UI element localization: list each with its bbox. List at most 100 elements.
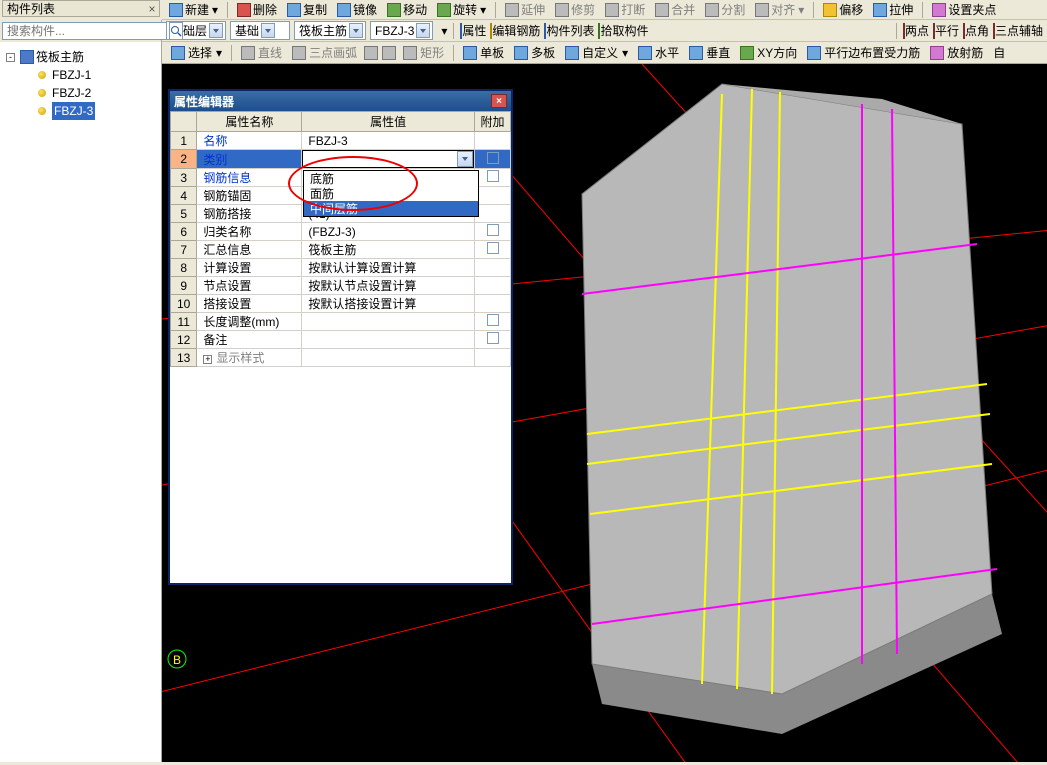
radial-icon <box>930 46 944 60</box>
property-row[interactable]: 13显示样式 <box>171 349 511 367</box>
multi-panel-button[interactable]: 多板 <box>511 44 558 62</box>
tree-item[interactable]: FBZJ-2 <box>6 84 157 102</box>
checkbox[interactable] <box>487 242 499 254</box>
search-button[interactable] <box>169 22 183 40</box>
pick-component-button[interactable]: 拾取构件 <box>598 22 648 39</box>
property-value[interactable]: 中间层筋 <box>302 150 475 169</box>
checkbox[interactable] <box>487 170 499 182</box>
split-icon <box>705 3 719 17</box>
checkbox[interactable] <box>487 224 499 236</box>
three-point-auxaxis-button[interactable]: 三点辅轴 <box>993 22 1043 39</box>
offset-button[interactable]: 偏移 <box>820 1 866 19</box>
dialog-title: 属性编辑器 <box>174 93 234 110</box>
dialog-title-bar[interactable]: 属性编辑器 × <box>170 91 511 111</box>
property-grid[interactable]: 属性名称 属性值 附加 1名称FBZJ-32类别中间层筋3钢筋信息底筋4钢筋锚固… <box>170 111 511 367</box>
property-extra[interactable] <box>475 295 511 313</box>
property-value[interactable] <box>302 349 475 367</box>
rotate-button[interactable]: 旋转▾ <box>434 1 489 19</box>
property-row[interactable]: 6归类名称(FBZJ-3) <box>171 223 511 241</box>
chevron-down-icon <box>349 23 363 38</box>
item-combo[interactable]: FBZJ-3 <box>370 21 433 40</box>
copy-icon <box>287 3 301 17</box>
type-combo[interactable]: 筏板主筋 <box>294 21 366 40</box>
property-value[interactable]: 筏板主筋 <box>302 241 475 259</box>
select-button[interactable]: 选择▾ <box>168 44 225 62</box>
property-row[interactable]: 1名称FBZJ-3 <box>171 132 511 150</box>
close-button[interactable]: × <box>491 94 507 108</box>
mirror-button[interactable]: 镜像 <box>334 1 380 19</box>
auto-button[interactable]: 自 <box>990 44 1008 62</box>
panel-title-bar: 构件列表 × <box>2 0 160 17</box>
expand-icon[interactable] <box>203 355 212 364</box>
property-row[interactable]: 2类别中间层筋 <box>171 150 511 169</box>
component-tree[interactable]: 筏板主筋 FBZJ-1FBZJ-2FBZJ-3 <box>0 42 161 124</box>
xy-dir-button[interactable]: XY方向 <box>737 44 800 62</box>
property-value[interactable]: 按默认计算设置计算 <box>302 259 475 277</box>
property-extra[interactable] <box>475 187 511 205</box>
property-value[interactable]: (FBZJ-3) <box>302 223 475 241</box>
radial-button[interactable]: 放射筋 <box>927 44 986 62</box>
property-row[interactable]: 9节点设置按默认节点设置计算 <box>171 277 511 295</box>
col-name: 属性名称 <box>197 112 302 132</box>
new-button[interactable]: 新建▾ <box>166 1 221 19</box>
property-extra[interactable] <box>475 132 511 150</box>
property-extra[interactable] <box>475 259 511 277</box>
dropdown-option[interactable]: 底筋 <box>304 171 478 186</box>
set-pivot-button[interactable]: 设置夹点 <box>929 1 999 19</box>
row-number: 4 <box>171 187 197 205</box>
tree-item[interactable]: FBZJ-3 <box>6 102 157 120</box>
property-extra[interactable] <box>475 205 511 223</box>
property-value[interactable]: 按默认搭接设置计算 <box>302 295 475 313</box>
horizontal-button[interactable]: 水平 <box>635 44 682 62</box>
property-extra[interactable] <box>475 349 511 367</box>
property-row[interactable]: 7汇总信息筏板主筋 <box>171 241 511 259</box>
parallel-button[interactable]: 平行 <box>933 22 959 39</box>
tree-root[interactable]: 筏板主筋 <box>6 48 157 66</box>
property-extra[interactable] <box>475 223 511 241</box>
move-button[interactable]: 移动 <box>384 1 430 19</box>
parallel-layout-button[interactable]: 平行边布置受力筋 <box>804 44 923 62</box>
delete-button[interactable]: 删除 <box>234 1 280 19</box>
checkbox[interactable] <box>487 332 499 344</box>
horizontal-icon <box>638 46 652 60</box>
edit-rebar-button[interactable]: 编辑钢筋 <box>490 22 540 39</box>
single-panel-button[interactable]: 单板 <box>460 44 507 62</box>
copy-button[interactable]: 复制 <box>284 1 330 19</box>
trim-button: 修剪 <box>552 1 598 19</box>
component-list-button[interactable]: 构件列表 <box>544 22 594 39</box>
property-value[interactable]: 按默认节点设置计算 <box>302 277 475 295</box>
property-value[interactable]: FBZJ-3 <box>302 132 475 150</box>
point-angle-button[interactable]: 点角 <box>963 22 989 39</box>
close-icon[interactable]: × <box>145 2 159 16</box>
category-combo[interactable]: 基础 <box>230 21 290 40</box>
custom-button[interactable]: 自定义▾ <box>562 44 631 62</box>
stretch-button[interactable]: 拉伸 <box>870 1 916 19</box>
leaf-icon <box>38 102 50 120</box>
property-value[interactable] <box>302 313 475 331</box>
property-row[interactable]: 11长度调整(mm) <box>171 313 511 331</box>
col-extra: 附加 <box>475 112 511 132</box>
category-dropdown[interactable]: 底筋面筋中间层筋 <box>303 170 479 217</box>
properties-button[interactable]: 属性 <box>460 22 486 39</box>
merge-button: 合并 <box>652 1 698 19</box>
property-extra[interactable] <box>475 331 511 349</box>
property-extra[interactable] <box>475 150 511 169</box>
dropdown-option[interactable]: 中间层筋 <box>304 201 478 216</box>
checkbox[interactable] <box>487 152 499 164</box>
property-extra[interactable] <box>475 277 511 295</box>
property-extra[interactable] <box>475 313 511 331</box>
property-row[interactable]: 8计算设置按默认计算设置计算 <box>171 259 511 277</box>
collapse-icon[interactable] <box>6 53 15 62</box>
dropdown-option[interactable]: 面筋 <box>304 186 478 201</box>
two-point-button[interactable]: 两点 <box>903 22 929 39</box>
property-extra[interactable] <box>475 169 511 187</box>
property-row[interactable]: 10搭接设置按默认搭接设置计算 <box>171 295 511 313</box>
search-input[interactable] <box>2 22 167 40</box>
vertical-button[interactable]: 垂直 <box>686 44 733 62</box>
property-extra[interactable] <box>475 241 511 259</box>
dropdown-button[interactable] <box>457 151 473 167</box>
property-row[interactable]: 12备注 <box>171 331 511 349</box>
property-value[interactable] <box>302 331 475 349</box>
tree-item[interactable]: FBZJ-1 <box>6 66 157 84</box>
checkbox[interactable] <box>487 314 499 326</box>
